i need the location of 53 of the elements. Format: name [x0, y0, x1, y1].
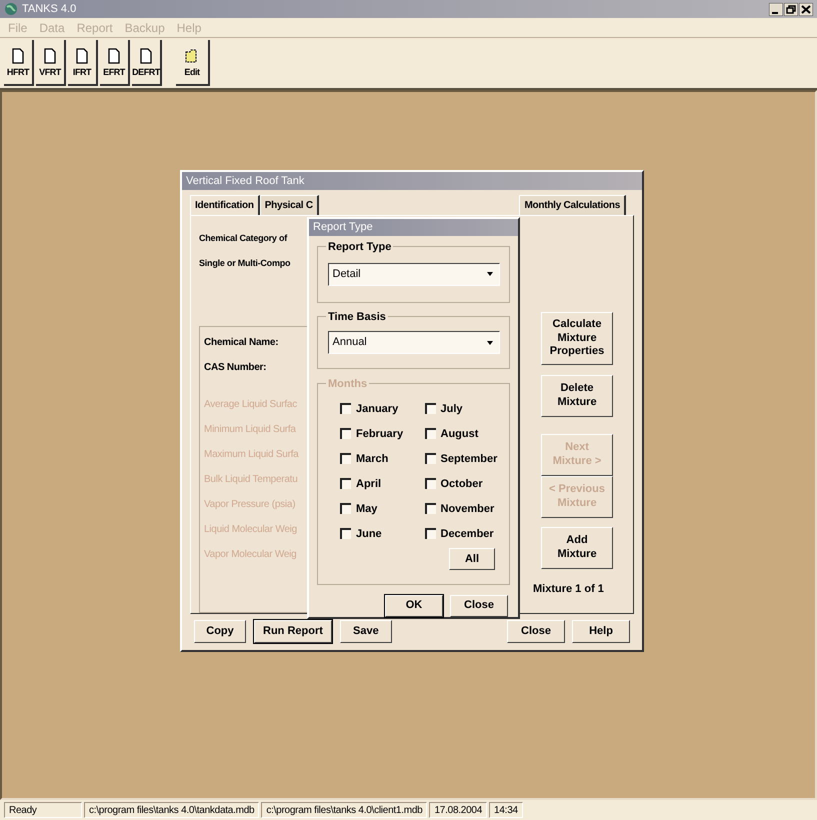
- field-label: Vapor Pressure (psia): [204, 498, 296, 512]
- status-pane: c:\program files\tanks 4.0\tankdata.mdb: [84, 802, 260, 818]
- document-icon: [12, 48, 24, 64]
- toolbar-button[interactable]: VFRT: [36, 40, 66, 86]
- toolbar-button[interactable]: DEFRT: [132, 40, 162, 86]
- mixture-count: Mixture 1 of 1: [533, 582, 604, 597]
- mixture-button[interactable]: Delete Mixture: [541, 375, 613, 417]
- field-label: Liquid Molecular Weig: [204, 523, 297, 537]
- field-label: Average Liquid Surfac: [204, 398, 297, 412]
- mixture-button[interactable]: Add Mixture: [541, 527, 613, 569]
- field-label: CAS Number:: [204, 361, 266, 375]
- mixture-button[interactable]: Calculate Mixture Properties: [541, 312, 613, 365]
- document-icon: [140, 48, 152, 64]
- status-pane: Ready: [4, 802, 82, 818]
- dialog-button[interactable]: Help: [572, 620, 630, 643]
- dialog-button[interactable]: Run Report: [254, 620, 332, 643]
- tab[interactable]: Monthly Calculations: [519, 195, 626, 215]
- minimize-icon[interactable]: [769, 2, 783, 16]
- toolbar-button[interactable]: HFRT: [4, 40, 34, 86]
- dialog-title: Vertical Fixed Roof Tank: [186, 174, 304, 189]
- dialog-button[interactable]: Save: [340, 620, 392, 643]
- document-icon: [44, 48, 56, 64]
- field-label: Chemical Category of: [199, 232, 288, 245]
- toolbar-button[interactable]: EFRT: [100, 40, 130, 86]
- field-label: Maximum Liquid Surfa: [204, 448, 298, 462]
- dialog-button[interactable]: Close: [450, 595, 508, 617]
- time-basis-select[interactable]: Annual: [328, 331, 500, 354]
- dropdown-arrow-icon: [484, 271, 494, 278]
- document-icon: [76, 48, 88, 64]
- dropdown-arrow-icon: [484, 340, 494, 346]
- tab[interactable]: Identification: [190, 195, 260, 215]
- toolbar-button[interactable]: IFRT: [68, 40, 98, 86]
- field-label: Single or Multi-Compo: [199, 257, 290, 270]
- dialog-button[interactable]: OK: [385, 595, 443, 617]
- dialog-button[interactable]: Copy: [194, 620, 246, 643]
- close-icon[interactable]: [799, 2, 813, 16]
- field-label: Vapor Molecular Weig: [204, 548, 296, 562]
- restore-icon[interactable]: [784, 2, 798, 16]
- field-label: Bulk Liquid Temperatu: [204, 473, 298, 487]
- dialog-button[interactable]: Close: [507, 620, 565, 643]
- dialog-title: Report Type: [313, 220, 373, 236]
- status-pane: 17.08.2004: [429, 802, 488, 818]
- field-label: Minimum Liquid Surfa: [204, 423, 296, 437]
- globe-icon: [4, 2, 18, 16]
- toolbar-button[interactable]: Edit: [176, 40, 210, 86]
- status-pane: 14:34: [489, 802, 523, 818]
- report-type-select[interactable]: Detail: [328, 262, 500, 286]
- status-pane: c:\program files\tanks 4.0\client1.mdb: [261, 802, 428, 818]
- tab[interactable]: Physical C: [260, 195, 319, 215]
- all-button[interactable]: All: [449, 548, 495, 570]
- field-label: Chemical Name:: [204, 336, 278, 350]
- window-title: TANKS 4.0: [22, 2, 76, 17]
- document-icon: [108, 48, 120, 64]
